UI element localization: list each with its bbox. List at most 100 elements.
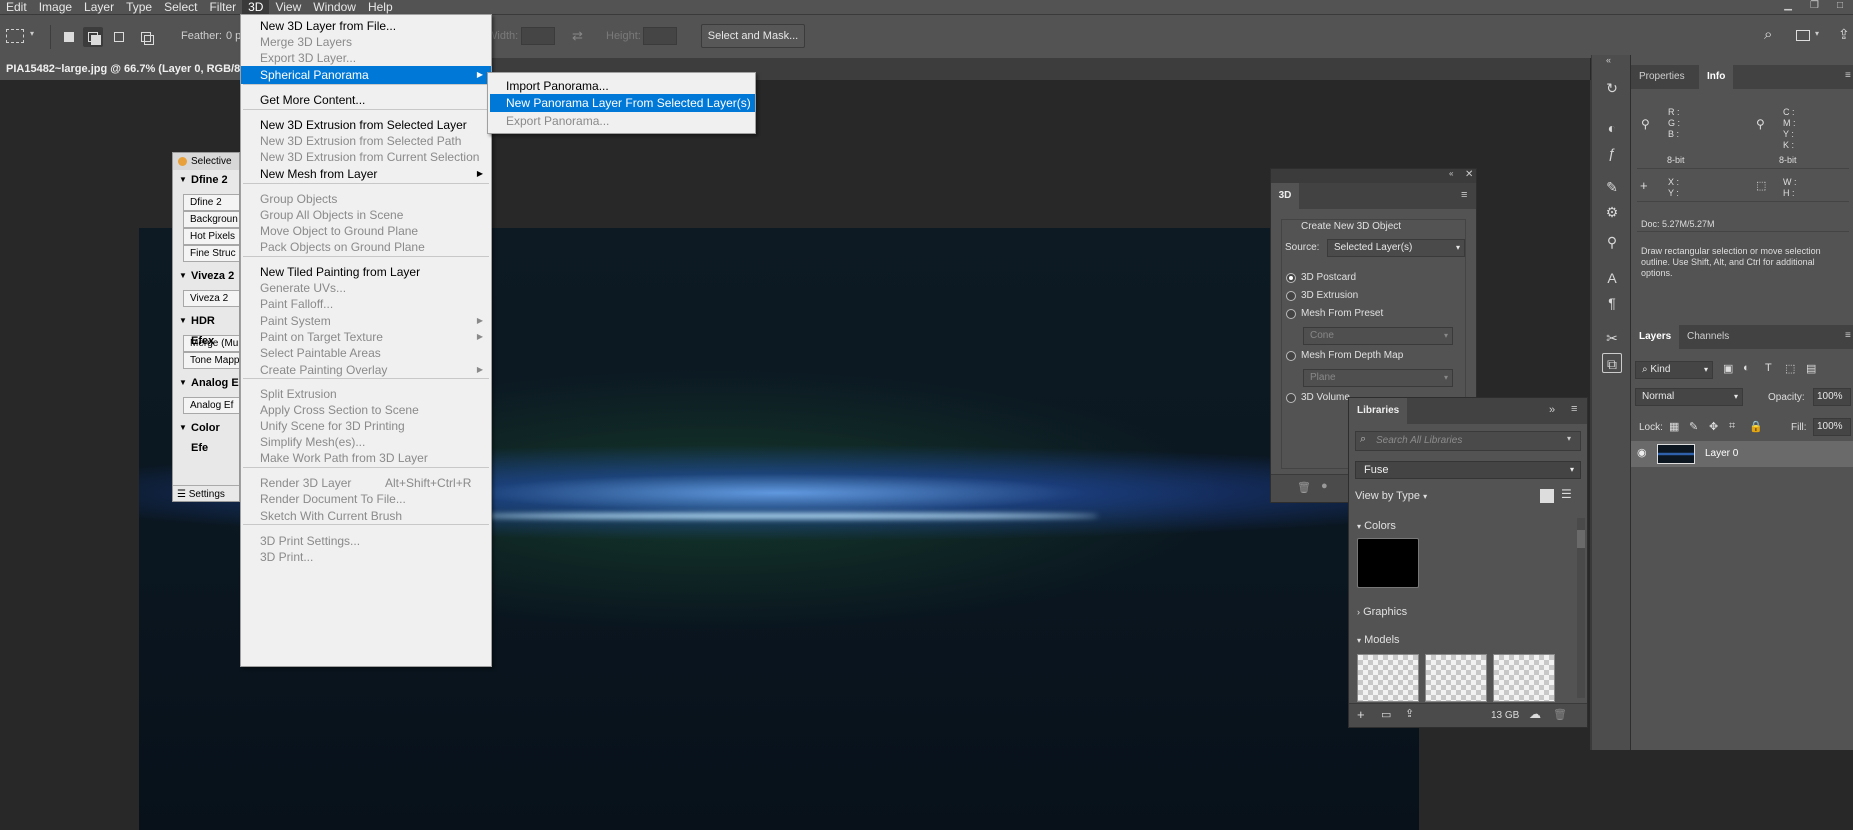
panel-titlebar[interactable]: Selective — [173, 153, 239, 170]
depth-select[interactable]: Plane ▾ — [1303, 369, 1453, 387]
marquee-tool-icon[interactable] — [6, 29, 24, 43]
adjustment-filter-icon[interactable]: ◐ — [1743, 362, 1750, 374]
pixel-filter-icon[interactable]: ▣ — [1723, 362, 1733, 375]
workspace-icon[interactable] — [1796, 30, 1810, 41]
color-swatch[interactable] — [1357, 538, 1419, 588]
scrollbar-thumb[interactable] — [1577, 530, 1585, 548]
collapse-icon[interactable]: « — [1606, 55, 1611, 65]
list-view-icon[interactable]: ☰ — [1561, 487, 1572, 501]
adjustments-icon[interactable]: ◐ — [1602, 118, 1622, 138]
model-thumbnail[interactable] — [1357, 654, 1419, 702]
menu-3d[interactable]: 3D — [242, 0, 270, 14]
minimize-icon[interactable]: ▁ — [1784, 0, 1792, 14]
layer-row[interactable]: ◉ Layer 0 — [1631, 441, 1853, 467]
radio-3d-extrusion[interactable] — [1286, 291, 1296, 301]
menu-select[interactable]: Select — [158, 0, 203, 14]
tab-info[interactable]: Info — [1699, 65, 1734, 89]
radio-3d-volume[interactable] — [1286, 393, 1296, 403]
libraries-panel-icon[interactable]: ⧉ — [1602, 353, 1622, 373]
fill-input[interactable]: 100% — [1813, 418, 1851, 436]
intersect-selection-button[interactable] — [136, 27, 156, 47]
folder-icon[interactable]: ▭ — [1381, 708, 1391, 721]
lock-transparent-icon[interactable]: ▦ — [1669, 420, 1679, 433]
lock-artboard-icon[interactable]: ⌗ — [1729, 420, 1735, 433]
view-by-type-dropdown[interactable]: View by Type ▾ — [1355, 490, 1427, 502]
new-selection-button[interactable] — [59, 27, 79, 47]
source-select[interactable]: Selected Layer(s) ▾ — [1327, 239, 1465, 257]
search-icon[interactable]: ⌕ — [1764, 26, 1772, 43]
width-input[interactable] — [521, 27, 555, 45]
grid-view-icon[interactable] — [1540, 489, 1554, 503]
option-mesh-from-preset[interactable]: Mesh From Preset — [1301, 308, 1383, 319]
library-scrollbar[interactable] — [1577, 518, 1585, 698]
type-filter-icon[interactable]: T — [1765, 362, 1772, 374]
collapse-icon[interactable]: « — [1449, 169, 1453, 178]
collapse-icon[interactable]: » — [1549, 404, 1555, 416]
option-3d-volume[interactable]: 3D Volume — [1301, 392, 1350, 403]
settings-button[interactable]: ☰ Settings — [173, 485, 239, 501]
add-selection-button[interactable] — [83, 27, 103, 47]
swap-dimensions-icon[interactable]: ⇄ — [572, 28, 583, 44]
upload-icon[interactable]: ⇪ — [1405, 707, 1414, 720]
radio-mesh-from-depth[interactable] — [1286, 351, 1296, 361]
menu-item-export-3d-layer[interactable]: Export 3D Layer... — [241, 49, 491, 67]
submenu-item-import-panorama[interactable]: Import Panorama... — [490, 77, 755, 95]
section-color-efex[interactable]: ▼ Color Efe — [173, 418, 239, 454]
opacity-input[interactable]: 100% — [1813, 388, 1851, 406]
cloud-icon[interactable]: ☁ — [1529, 707, 1541, 721]
fine-structure-button[interactable]: Fine Struc — [183, 245, 239, 262]
option-3d-extrusion[interactable]: 3D Extrusion — [1301, 290, 1358, 301]
panel-menu-icon[interactable]: ≡ — [1571, 403, 1577, 415]
model-thumbnail[interactable] — [1425, 654, 1487, 702]
colors-section[interactable]: ▾ Colors — [1357, 520, 1396, 532]
trash-icon[interactable]: 🗑 — [1553, 708, 1567, 721]
option-3d-postcard[interactable]: 3D Postcard — [1301, 272, 1356, 283]
menu-item-make-work-path-from-3d-layer[interactable]: Make Work Path from 3D Layer — [241, 449, 491, 467]
menu-window[interactable]: Window — [307, 0, 362, 14]
lock-all-icon[interactable]: 🔒 — [1749, 420, 1763, 433]
preset-select[interactable]: Cone ▾ — [1303, 327, 1453, 345]
brush-icon[interactable]: ✎ — [1602, 177, 1622, 197]
radio-mesh-from-preset[interactable] — [1286, 309, 1296, 319]
menu-item-create-painting-overlay[interactable]: Create Painting Overlay ▶ — [241, 361, 491, 379]
chevron-down-icon[interactable]: ▾ — [30, 29, 34, 38]
3d-tools-icon[interactable]: ✂ — [1602, 328, 1622, 348]
height-input[interactable] — [643, 27, 677, 45]
add-icon[interactable]: + — [1357, 707, 1365, 722]
feather-input[interactable]: 0 p — [226, 30, 241, 42]
document-tab[interactable]: PIA15482~large.jpg @ 66.7% (Layer 0, RGB… — [0, 58, 256, 80]
restore-icon[interactable]: ❐ — [1810, 0, 1819, 14]
submenu-item-new-panorama-layer-from-selected-layer-s[interactable]: New Panorama Layer From Selected Layer(s… — [490, 94, 755, 112]
paragraph-icon[interactable]: ¶ — [1602, 293, 1622, 313]
lock-position-icon[interactable]: ✥ — [1709, 420, 1718, 433]
close-window-icon[interactable]: □ — [1837, 0, 1843, 14]
section-analog-efex[interactable]: ▼ Analog E — [173, 373, 239, 393]
brush-settings-icon[interactable]: ⚙ — [1602, 202, 1622, 222]
hot-pixels-button[interactable]: Hot Pixels — [183, 228, 239, 245]
light-icon[interactable]: ● — [1321, 480, 1328, 492]
chevron-down-icon[interactable]: ▾ — [1567, 434, 1571, 443]
submenu-item-export-panorama[interactable]: Export Panorama... — [490, 112, 755, 130]
trash-icon[interactable]: 🗑 — [1297, 481, 1311, 494]
section-dfine[interactable]: ▼ Dfine 2 — [173, 170, 239, 190]
menu-item-sketch-with-current-brush[interactable]: Sketch With Current Brush — [241, 507, 491, 525]
menu-item-pack-objects-on-ground-plane[interactable]: Pack Objects on Ground Plane — [241, 238, 491, 256]
menu-item-select-paintable-areas[interactable]: Select Paintable Areas — [241, 344, 491, 362]
section-hdr-efex[interactable]: ▼ HDR Efex — [173, 311, 239, 347]
menu-item-3d-print[interactable]: 3D Print... — [241, 548, 491, 566]
tone-mapping-button[interactable]: Tone Mapp — [183, 352, 239, 369]
layer-name[interactable]: Layer 0 — [1705, 448, 1738, 459]
tab-libraries[interactable]: Libraries — [1349, 398, 1408, 424]
close-icon[interactable]: ✕ — [1465, 169, 1473, 180]
tab-3d[interactable]: 3D — [1271, 183, 1299, 209]
lock-image-icon[interactable]: ✎ — [1689, 420, 1698, 433]
library-search-input[interactable]: Search All Libraries — [1355, 431, 1581, 451]
tab-layers[interactable]: Layers — [1631, 325, 1680, 349]
menu-help[interactable]: Help — [362, 0, 399, 14]
menu-image[interactable]: Image — [33, 0, 78, 14]
option-mesh-from-depth[interactable]: Mesh From Depth Map — [1301, 350, 1403, 361]
panel-menu-icon[interactable]: ≡ — [1461, 189, 1467, 201]
panel-menu-icon[interactable]: ≡ — [1845, 330, 1851, 341]
blend-mode-select[interactable]: Normal ▾ — [1635, 388, 1743, 406]
dfine-button[interactable]: Dfine 2 — [183, 194, 239, 211]
